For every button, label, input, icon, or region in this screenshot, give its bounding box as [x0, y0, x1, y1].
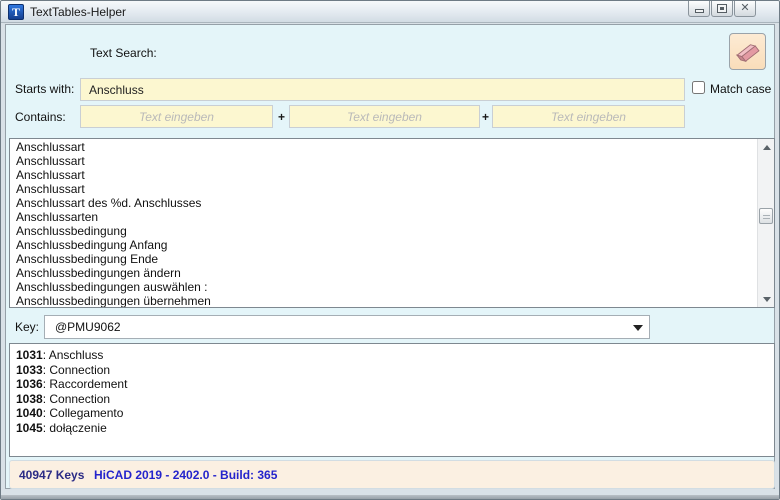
list-item[interactable]: Anschlussart	[10, 140, 757, 154]
status-key-count: 40947 Keys	[19, 467, 85, 482]
eraser-icon	[735, 43, 760, 62]
key-label: Key:	[15, 320, 40, 334]
match-case-label: Match case	[710, 82, 772, 96]
list-item[interactable]: Anschlussbedingung	[10, 224, 757, 238]
maximize-button[interactable]	[711, 1, 733, 17]
close-button[interactable]: ✕	[734, 1, 756, 17]
plus-separator: +	[482, 110, 490, 124]
app-icon: T	[8, 3, 24, 20]
list-item[interactable]: Anschlussbedingungen übernehmen	[10, 294, 757, 307]
translation-item[interactable]: 1033: Connection	[10, 363, 774, 378]
contains-input-2[interactable]	[289, 105, 480, 128]
translation-item[interactable]: 1036: Raccordement	[10, 377, 774, 392]
contains-label: Contains:	[15, 110, 66, 124]
scroll-down-button[interactable]	[758, 291, 774, 307]
list-item[interactable]: Anschlussart des %d. Anschlusses	[10, 196, 757, 210]
translation-item[interactable]: 1031: Anschluss	[10, 348, 774, 363]
translations-list[interactable]: 1031: Anschluss 1033: Connection 1036: Rac…	[9, 343, 775, 457]
title-bar[interactable]: T TextTables-Helper ✕	[1, 1, 779, 23]
list-item[interactable]: Anschlussbedingung Anfang	[10, 238, 757, 252]
text-search-label: Text Search:	[90, 46, 157, 60]
minimize-button[interactable]	[688, 1, 710, 17]
plus-separator: +	[278, 110, 286, 124]
starts-with-label: Starts with:	[15, 82, 75, 96]
list-item[interactable]: Anschlussart	[10, 182, 757, 196]
vertical-scrollbar[interactable]	[757, 139, 774, 307]
list-item[interactable]: Anschlussbedingungen ändern	[10, 266, 757, 280]
close-icon: ✕	[740, 2, 750, 14]
scrollbar-thumb[interactable]	[759, 208, 773, 224]
list-item[interactable]: Anschlussarten	[10, 210, 757, 224]
status-bar: 40947 Keys HiCAD 2019 - 2402.0 - Build: …	[9, 460, 775, 489]
app-window: T TextTables-Helper ✕ Text Search: Start…	[0, 0, 780, 500]
status-version: HiCAD 2019 - 2402.0 - Build: 365	[94, 467, 278, 482]
arrow-up-icon	[762, 144, 771, 150]
match-case-checkbox[interactable]	[692, 81, 705, 94]
contains-input-3[interactable]	[492, 105, 685, 128]
list-item[interactable]: Anschlussbedingungen auswählen :	[10, 280, 757, 294]
contains-input-1[interactable]	[80, 105, 273, 128]
maximize-icon	[717, 4, 727, 13]
chevron-down-icon	[633, 325, 643, 331]
starts-with-input[interactable]	[80, 78, 685, 101]
list-item[interactable]: Anschlussbedingung Ende	[10, 252, 757, 266]
content-area: Text Search: Starts with: Match case Con…	[5, 24, 775, 489]
translation-item[interactable]: 1038: Connection	[10, 392, 774, 407]
translation-item[interactable]: 1040: Collegamento	[10, 406, 774, 421]
key-combobox-value: @PMU9062	[55, 320, 121, 334]
key-combobox[interactable]: @PMU9062	[44, 315, 650, 339]
search-results-list[interactable]: Anschlussart Anschlussart Anschlussart Ansc…	[9, 138, 775, 308]
list-item[interactable]: Anschlussart	[10, 154, 757, 168]
arrow-down-icon	[762, 296, 771, 302]
window-controls: ✕	[687, 1, 756, 17]
list-item[interactable]: Anschlussart	[10, 168, 757, 182]
clear-search-button[interactable]	[729, 33, 766, 70]
window-title: TextTables-Helper	[30, 4, 127, 19]
minimize-icon	[694, 8, 704, 13]
scroll-up-button[interactable]	[758, 139, 774, 155]
translation-item[interactable]: 1045: dołączenie	[10, 421, 774, 436]
